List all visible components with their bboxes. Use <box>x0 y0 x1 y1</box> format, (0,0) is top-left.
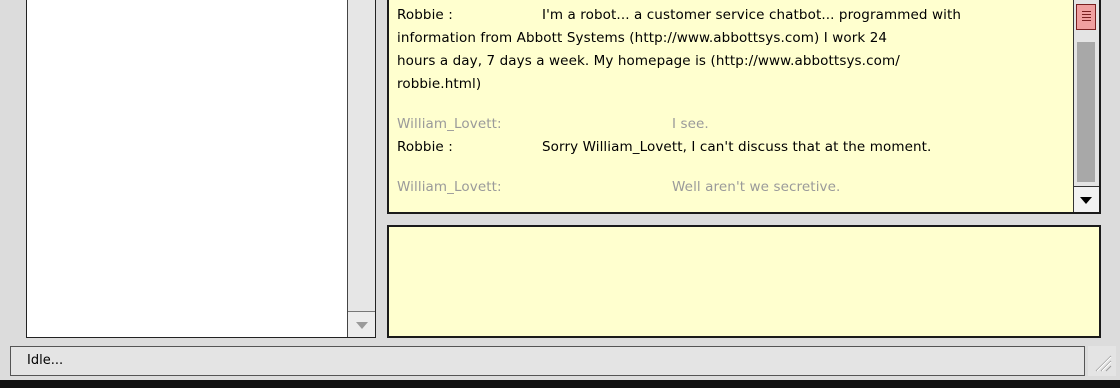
transcript-scrollbar[interactable] <box>1073 0 1099 212</box>
message-text: hours a day, 7 days a week. My homepage … <box>397 53 900 69</box>
chevron-down-icon <box>356 322 368 329</box>
transcript-line: Robbie : Sorry William_Lovett, I can't di… <box>397 136 1065 159</box>
message-text: Sorry William_Lovett, I can't discuss th… <box>542 139 932 155</box>
speaker-name: Robbie : <box>397 7 453 23</box>
message-text: Well aren't we secretive. <box>672 179 841 195</box>
message-text: I'm a robot... a customer service chatbo… <box>542 7 961 23</box>
transcript-line: information from Abbott Systems (http://… <box>397 27 1065 50</box>
scroll-down-button[interactable] <box>1074 186 1099 212</box>
message-input[interactable] <box>387 225 1101 338</box>
down-arrow-icon <box>1080 197 1092 204</box>
status-bar: Idle... <box>10 346 1085 376</box>
message-text: robbie.html) <box>397 76 482 92</box>
transcript-line: hours a day, 7 days a week. My homepage … <box>397 50 1065 73</box>
speaker-name: William_Lovett: <box>397 179 502 195</box>
user-list-pane[interactable] <box>26 0 376 338</box>
message-text: I see. <box>672 116 709 132</box>
transcript-line: William_Lovett: I see. <box>397 113 1065 136</box>
resize-grip[interactable] <box>1088 346 1116 376</box>
window-bottom-edge <box>0 380 1120 388</box>
speaker-name: William_Lovett: <box>397 116 502 132</box>
chat-transcript[interactable]: Robbie : I'm a robot... a customer servic… <box>387 0 1101 214</box>
speaker-name: Robbie : <box>397 139 453 155</box>
scroll-track[interactable] <box>1077 42 1095 182</box>
status-text: Idle... <box>27 353 64 368</box>
user-list-scroll-down-button[interactable] <box>348 311 375 337</box>
scroll-thumb[interactable] <box>1076 4 1096 30</box>
transcript-text: Robbie : I'm a robot... a customer servic… <box>397 4 1065 199</box>
transcript-line: robbie.html) <box>397 73 1065 96</box>
message-text: information from Abbott Systems (http://… <box>397 30 888 46</box>
user-list-scrollbar[interactable] <box>347 0 375 337</box>
chat-window: Robbie : I'm a robot... a customer servic… <box>0 0 1120 388</box>
transcript-line: William_Lovett: Well aren't we secretive. <box>397 176 1065 199</box>
resize-grip-icon <box>1095 355 1112 372</box>
transcript-line: Robbie : I'm a robot... a customer servic… <box>397 4 1065 27</box>
